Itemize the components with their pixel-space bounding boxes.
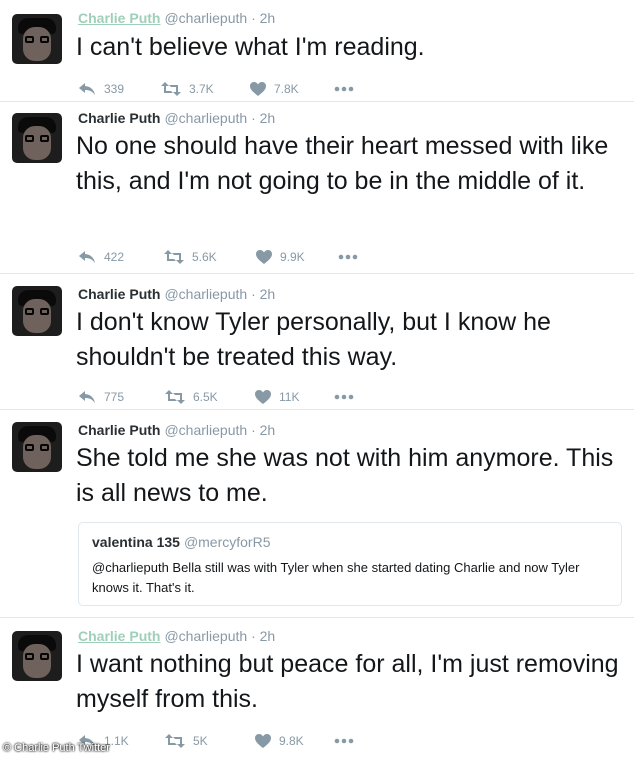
- author-handle[interactable]: @charlieputh: [164, 110, 247, 126]
- avatar[interactable]: [12, 113, 62, 163]
- heart-icon: [256, 249, 272, 264]
- retweet-icon: [165, 733, 185, 748]
- heart-icon: [250, 81, 266, 96]
- tweet-text: I want nothing but peace for all, I'm ju…: [76, 650, 619, 713]
- like-button[interactable]: 9.9K: [256, 247, 305, 265]
- timestamp[interactable]: · 2h: [251, 110, 275, 126]
- like-button[interactable]: 9.8K: [255, 731, 304, 749]
- like-count: 9.9K: [280, 249, 305, 264]
- reply-count: 775: [104, 389, 125, 404]
- reply-count: 422: [104, 249, 125, 264]
- quoted-tweet-text: @charlieputh Bella still was with Tyler …: [92, 560, 580, 595]
- tweet-header: Charlie Puth @charlieputh · 2h: [78, 422, 275, 438]
- tweet-3[interactable]: Charlie Puth @charlieputh · 2h I don't kn…: [0, 274, 634, 410]
- author-handle[interactable]: @charlieputh: [164, 286, 247, 302]
- timestamp[interactable]: · 2h: [251, 10, 275, 26]
- like-button[interactable]: 7.8K: [250, 79, 299, 97]
- copyright-watermark: © Charlie Puth Twitter: [3, 742, 110, 754]
- author-name[interactable]: Charlie Puth: [78, 422, 160, 438]
- like-button[interactable]: 11K: [255, 387, 299, 405]
- quoted-author-name: valentina 135: [92, 534, 180, 550]
- reply-button[interactable]: 422: [78, 247, 124, 265]
- tweet-header: Charlie Puth @charlieputh · 2h: [78, 10, 275, 26]
- tweet-4[interactable]: Charlie Puth @charlieputh · 2h She told m…: [0, 410, 634, 618]
- tweet-header: Charlie Puth @charlieputh · 2h: [78, 286, 275, 302]
- like-count: 9.8K: [279, 733, 304, 748]
- tweet-text: She told me she was not with him anymore…: [76, 444, 614, 507]
- retweet-button[interactable]: 6.5K: [165, 387, 218, 405]
- avatar[interactable]: [12, 14, 62, 64]
- tweet-1[interactable]: Charlie Puth @charlieputh · 2h I can't be…: [0, 0, 634, 102]
- more-button[interactable]: [338, 247, 366, 265]
- reply-icon: [79, 82, 95, 95]
- tweet-2[interactable]: Charlie Puth @charlieputh · 2h No one sho…: [0, 102, 634, 274]
- retweet-button[interactable]: 5K: [165, 731, 208, 749]
- timestamp[interactable]: · 2h: [251, 628, 275, 644]
- retweet-icon: [164, 249, 184, 264]
- heart-icon: [255, 733, 271, 748]
- avatar[interactable]: [12, 631, 62, 681]
- author-handle[interactable]: @charlieputh: [164, 628, 247, 644]
- like-count: 7.8K: [274, 81, 299, 96]
- retweet-icon: [161, 81, 181, 96]
- like-count: 11K: [279, 389, 300, 404]
- retweet-count: 5K: [193, 733, 208, 748]
- tweet-5[interactable]: Charlie Puth @charlieputh · 2h I want not…: [0, 618, 634, 759]
- quoted-tweet[interactable]: valentina 135 @mercyforR5 @charlieputh Be…: [78, 522, 622, 606]
- reply-count: 339: [104, 81, 125, 96]
- quoted-author-handle: @mercyforR5: [183, 534, 271, 550]
- more-icon: [334, 86, 354, 92]
- more-icon: [338, 254, 358, 260]
- author-name[interactable]: Charlie Puth: [78, 10, 160, 26]
- tweet-header: Charlie Puth @charlieputh · 2h: [78, 110, 275, 126]
- retweet-count: 6.5K: [193, 389, 218, 404]
- tweet-header: Charlie Puth @charlieputh · 2h: [78, 628, 275, 644]
- avatar[interactable]: [12, 286, 62, 336]
- author-name[interactable]: Charlie Puth: [78, 286, 160, 302]
- retweet-icon: [165, 389, 185, 404]
- author-handle[interactable]: @charlieputh: [164, 422, 247, 438]
- reply-button[interactable]: 339: [78, 79, 124, 97]
- timestamp[interactable]: · 2h: [251, 422, 275, 438]
- retweet-count: 5.6K: [192, 249, 217, 264]
- timestamp[interactable]: · 2h: [251, 286, 275, 302]
- more-button[interactable]: [334, 79, 362, 97]
- retweet-button[interactable]: 5.6K: [164, 247, 217, 265]
- retweet-button[interactable]: 3.7K: [161, 79, 214, 97]
- author-name[interactable]: Charlie Puth: [78, 110, 160, 126]
- author-handle[interactable]: @charlieputh: [164, 10, 247, 26]
- reply-icon: [79, 390, 95, 403]
- retweet-count: 3.7K: [189, 81, 214, 96]
- heart-icon: [255, 389, 271, 404]
- reply-button[interactable]: 775: [78, 387, 124, 405]
- reply-icon: [79, 250, 95, 263]
- more-icon: [334, 394, 354, 400]
- tweet-text: I don't know Tyler personally, but I kno…: [76, 308, 551, 371]
- avatar[interactable]: [12, 422, 62, 472]
- tweet-text: No one should have their heart messed wi…: [76, 132, 609, 195]
- more-button[interactable]: [334, 387, 362, 405]
- more-button[interactable]: [334, 731, 362, 749]
- more-icon: [334, 738, 354, 744]
- tweet-text: I can't believe what I'm reading.: [76, 33, 425, 61]
- author-name[interactable]: Charlie Puth: [78, 628, 160, 644]
